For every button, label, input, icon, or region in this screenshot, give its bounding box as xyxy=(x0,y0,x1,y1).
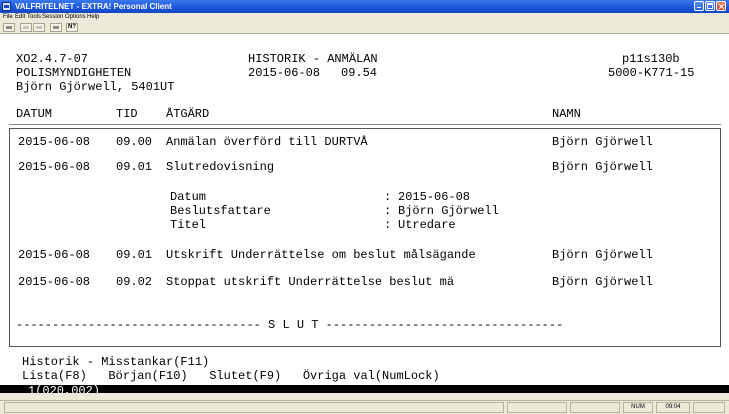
row-action: Utskrift Underrättelse om beslut målsäga… xyxy=(166,248,476,262)
footer-function-keys[interactable]: Lista(F8) Början(F10) Slutet(F9) Övriga … xyxy=(22,369,440,383)
column-header-namn: NAMN xyxy=(552,107,581,121)
row-time: 09.01 xyxy=(116,160,153,174)
detail-separator: : xyxy=(384,204,392,218)
terminal-status-line: 1(020,002) xyxy=(0,385,729,393)
header-divider xyxy=(9,124,721,125)
user-name: Björn Gjörwell, 5401UT xyxy=(16,80,175,94)
row-time: 09.02 xyxy=(116,275,153,289)
status-pane xyxy=(570,402,620,413)
column-header-atgard: ÅTGÄRD xyxy=(166,107,210,121)
maximize-icon xyxy=(707,3,713,9)
detail-value-beslutsfattare: Björn Gjörwell xyxy=(398,204,499,218)
case-number: 5000-K771-15 xyxy=(608,66,695,80)
column-header-datum: DATUM xyxy=(16,107,53,121)
title-bar[interactable]: VALFRITELNET - EXTRA! Personal Client xyxy=(0,0,729,13)
app-icon[interactable] xyxy=(2,2,11,11)
row-action: Stoppat utskrift Underrättelse beslut mä xyxy=(166,275,455,289)
menu-file[interactable]: File xyxy=(3,13,13,22)
num-lock-indicator: NUM xyxy=(623,402,653,413)
clock: 09:04 xyxy=(656,402,690,413)
close-icon xyxy=(718,3,724,9)
window-title: VALFRITELNET - EXTRA! Personal Client xyxy=(15,2,172,11)
footer-history-link[interactable]: Historik - Misstankar(F11) xyxy=(22,355,209,369)
header-time: 09.54 xyxy=(341,66,378,80)
menu-options[interactable]: Options xyxy=(65,13,86,22)
row-action: Slutredovisning xyxy=(166,160,275,174)
quick-pad-icon[interactable] xyxy=(50,23,62,32)
detail-label-datum: Datum xyxy=(170,190,207,204)
detail-label-beslutsfattare: Beslutsfattare xyxy=(170,204,271,218)
program-code: p11s130b xyxy=(622,52,680,66)
menu-bar: File Edit Tools Session Options Help xyxy=(0,13,729,22)
row-date: 2015-06-08 xyxy=(18,160,91,174)
status-bar: NUM 09:04 xyxy=(0,400,729,414)
minimize-button[interactable] xyxy=(694,1,704,11)
cursor-position: 1(020,002) xyxy=(28,384,101,394)
toolbar xyxy=(0,22,729,34)
menu-tools[interactable]: Tools xyxy=(27,13,41,22)
status-pane xyxy=(693,402,725,413)
end-of-list-marker: ---------------------------------- S L U… xyxy=(16,318,564,332)
detail-separator: : xyxy=(384,218,392,232)
system-id: XO2.4.7-07 xyxy=(16,52,89,66)
row-name: Björn Gjörwell xyxy=(552,135,653,149)
close-button[interactable] xyxy=(716,1,726,11)
menu-session[interactable]: Session xyxy=(42,13,63,22)
menu-help[interactable]: Help xyxy=(87,13,99,22)
row-date: 2015-06-08 xyxy=(18,275,91,289)
cut-icon[interactable] xyxy=(33,23,45,32)
paste-icon[interactable] xyxy=(3,23,15,32)
detail-label-titel: Titel xyxy=(170,218,207,232)
row-time: 09.00 xyxy=(116,135,153,149)
menu-edit[interactable]: Edit xyxy=(15,13,25,22)
column-header-tid: TID xyxy=(116,107,138,121)
row-time: 09.01 xyxy=(116,248,153,262)
row-date: 2015-06-08 xyxy=(18,135,91,149)
row-name: Björn Gjörwell xyxy=(552,160,653,174)
terminal-screen[interactable]: XO2.4.7-07 HISTORIK - ANMÄLAN p11s130b P… xyxy=(0,34,729,393)
row-action: Anmälan överförd till DURTVÅ xyxy=(166,135,368,149)
screen-title: HISTORIK - ANMÄLAN xyxy=(248,52,378,66)
status-pane xyxy=(507,402,567,413)
header-date: 2015-06-08 xyxy=(248,66,321,80)
organisation: POLISMYNDIGHETEN xyxy=(16,66,132,80)
detail-separator: : xyxy=(384,190,392,204)
minimize-icon xyxy=(696,3,702,9)
detail-value-titel: Utredare xyxy=(398,218,456,232)
row-date: 2015-06-08 xyxy=(18,248,91,262)
status-pane-message xyxy=(4,402,504,413)
row-name: Björn Gjörwell xyxy=(552,248,653,262)
maximize-button[interactable] xyxy=(705,1,715,11)
copy-icon[interactable] xyxy=(20,23,32,32)
terminal-window: VALFRITELNET - EXTRA! Personal Client Fi… xyxy=(0,0,729,414)
help-icon[interactable] xyxy=(66,23,78,32)
detail-value-datum: 2015-06-08 xyxy=(398,190,471,204)
row-name: Björn Gjörwell xyxy=(552,275,653,289)
